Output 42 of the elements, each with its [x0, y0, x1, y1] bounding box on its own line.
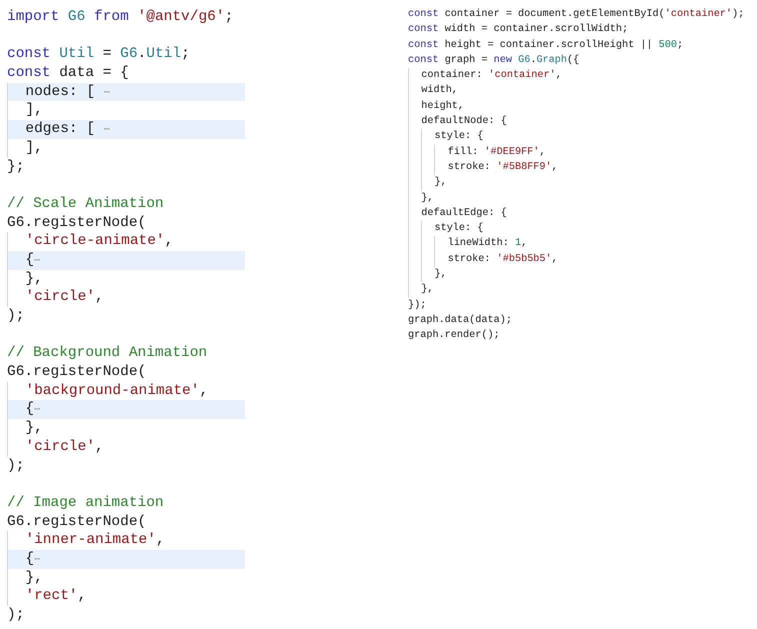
code-line: },: [7, 568, 245, 588]
code-line: const graph = new G6.Graph({: [408, 54, 580, 68]
code-line: // Background Animation: [7, 344, 208, 364]
code-line: );: [7, 307, 26, 326]
code-line: lineWidth: 1,: [408, 236, 744, 252]
code-line: const height = container.scrollHeight || 500;: [408, 38, 684, 53]
code-line: );: [7, 606, 26, 625]
code-line: },: [408, 282, 744, 298]
code-line: 'circle',: [7, 438, 245, 456]
code-line: stroke: '#5B8FF9',: [408, 160, 744, 176]
code-line: G6.registerNode(: [7, 512, 148, 532]
code-line: ],: [7, 138, 245, 158]
code-line: const width = container.scrollWidth;: [408, 22, 630, 38]
code-line: graph.data(data);: [408, 314, 513, 328]
code-line: style: {: [408, 129, 744, 145]
code-line: const container = document.getElementById('container');: [408, 8, 744, 22]
code-line: G6.registerNode(: [7, 363, 148, 382]
code-line: G6.registerNode(: [7, 214, 148, 232]
code-line: container: 'container',: [408, 68, 744, 84]
code-line: },: [408, 175, 744, 191]
code-line: // Image animation: [7, 494, 165, 513]
code-line: fill: '#DEE9FF',: [408, 144, 744, 160]
code-line: // Scale Animation: [7, 194, 165, 214]
code-line: );: [7, 456, 26, 476]
code-line: 'circle',: [7, 288, 245, 307]
code-line: style: {: [408, 221, 744, 236]
code-line: },: [408, 267, 744, 282]
code-line: graph.render();: [408, 328, 501, 344]
code-line: const data = {: [7, 64, 130, 83]
code-line: defaultEdge: {: [408, 206, 744, 222]
code-line: });: [408, 298, 428, 313]
code-line: import G6 from '@antv/g6';: [7, 8, 234, 27]
code-line: height,: [408, 98, 744, 114]
code-line: },: [7, 270, 245, 288]
code-line: };: [7, 158, 26, 176]
code-line: stroke: '#b5b5b5',: [408, 252, 744, 268]
code-line: },: [408, 190, 744, 206]
code-line: const Util = G6.Util;: [7, 45, 191, 64]
code-line: defaultNode: {: [408, 114, 744, 130]
code-line: },: [7, 419, 245, 438]
code-line: width,: [408, 83, 744, 99]
code-line: 'rect',: [7, 587, 245, 606]
